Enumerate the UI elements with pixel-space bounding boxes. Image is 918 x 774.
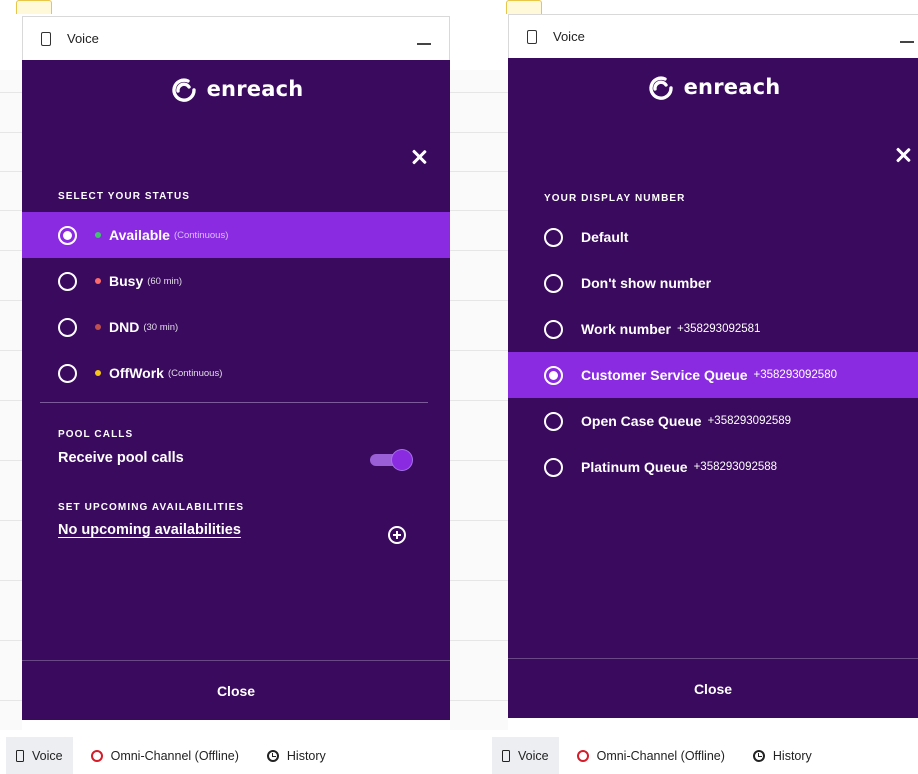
status-name: OffWork — [109, 365, 164, 381]
status-dot-icon — [95, 370, 101, 376]
utility-item-label: Voice — [32, 748, 63, 763]
status-option-offwork[interactable]: OffWork (Continuous) — [22, 350, 450, 396]
display-option-name: Don't show number — [581, 275, 712, 291]
brand-logo: enreach — [22, 74, 450, 104]
display-option-number: +358293092588 — [693, 461, 778, 473]
status-duration: (60 min) — [147, 275, 183, 287]
utility-bar-left: Voice Omni-Channel (Offline) History — [6, 737, 450, 774]
display-option-name: Platinum Queue — [581, 459, 688, 475]
section-divider — [40, 402, 428, 403]
phone-icon — [16, 749, 24, 762]
close-button[interactable]: Close — [22, 660, 450, 720]
radio-icon — [544, 227, 563, 247]
status-duration: (30 min) — [143, 321, 179, 333]
close-icon[interactable] — [894, 146, 912, 164]
upcoming-availabilities-link[interactable]: No upcoming availabilities — [58, 522, 241, 538]
status-name: Busy — [109, 273, 144, 289]
display-option-number: +358293092581 — [676, 323, 761, 335]
radio-icon — [544, 273, 563, 293]
status-duration: (Continuous) — [173, 229, 229, 241]
radio-icon — [544, 411, 563, 431]
enreach-logo-icon — [648, 76, 673, 100]
display-option-name: Customer Service Queue — [581, 367, 748, 383]
radio-icon — [58, 363, 77, 383]
close-button[interactable]: Close — [508, 658, 918, 718]
radio-icon — [544, 457, 563, 477]
display-option-hidden[interactable]: Don't show number — [508, 260, 918, 306]
status-name: Available — [109, 227, 170, 243]
clock-icon — [266, 749, 279, 762]
radio-icon — [58, 317, 77, 337]
minimize-button[interactable] — [900, 41, 914, 43]
utility-bar-right: Voice Omni-Channel (Offline) History — [492, 737, 918, 774]
panel-title: Voice — [67, 31, 99, 46]
status-section-label: SELECT YOUR STATUS — [58, 191, 191, 202]
close-icon[interactable] — [410, 148, 428, 166]
utility-item-omni-channel[interactable]: Omni-Channel (Offline) — [81, 737, 249, 774]
utility-item-history[interactable]: History — [257, 737, 336, 774]
display-option-platinum-queue[interactable]: Platinum Queue +358293092588 — [508, 444, 918, 490]
add-availability-icon[interactable] — [388, 526, 406, 544]
display-option-number: +358293092580 — [753, 369, 837, 381]
minimize-button[interactable] — [417, 43, 431, 45]
utility-item-label: History — [772, 748, 812, 763]
display-option-name: Default — [581, 229, 629, 245]
status-dot-icon — [95, 232, 101, 238]
pool-toggle-label: Receive pool calls — [58, 450, 184, 466]
pool-section-label: POOL CALLS — [58, 429, 134, 440]
panel-titlebar: Voice — [508, 14, 918, 58]
status-dot-icon — [95, 278, 101, 284]
background-tab-left — [16, 0, 52, 14]
display-option-name: Open Case Queue — [581, 413, 702, 429]
status-duration: (Continuous) — [167, 367, 223, 379]
utility-item-label: Omni-Channel (Offline) — [110, 748, 239, 763]
offline-status-icon — [90, 749, 103, 762]
phone-icon — [502, 749, 510, 762]
status-option-dnd[interactable]: DND (30 min) — [22, 304, 450, 350]
status-name: DND — [109, 319, 140, 335]
display-option-default[interactable]: Default — [508, 214, 918, 260]
offline-status-icon — [576, 749, 589, 762]
status-popup: enreach SELECT YOUR STATUS Available (Co… — [22, 60, 450, 720]
status-dot-icon — [95, 324, 101, 330]
radio-icon — [544, 319, 563, 339]
utility-item-history[interactable]: History — [743, 737, 822, 774]
display-option-work-number[interactable]: Work number +358293092581 — [508, 306, 918, 352]
brand-name: enreach — [683, 75, 781, 99]
display-option-name: Work number — [581, 321, 671, 337]
radio-selected-icon — [58, 225, 77, 245]
status-option-busy[interactable]: Busy (60 min) — [22, 258, 450, 304]
utility-item-label: Omni-Channel (Offline) — [596, 748, 725, 763]
voice-panel-display-number: Voice enreach YOUR DISPLAY NUMBER Defaul… — [508, 14, 918, 718]
utility-item-voice[interactable]: Voice — [6, 737, 73, 774]
display-option-number: +358293092589 — [707, 415, 792, 427]
panel-titlebar: Voice — [22, 16, 450, 60]
radio-selected-icon — [544, 365, 563, 385]
utility-item-voice[interactable]: Voice — [492, 737, 559, 774]
panel-title: Voice — [553, 29, 585, 44]
upcoming-section-label: SET UPCOMING AVAILABILITIES — [58, 502, 245, 513]
background-tab-right — [506, 0, 542, 14]
utility-item-label: Voice — [518, 748, 549, 763]
clock-icon — [752, 749, 765, 762]
enreach-logo-icon — [171, 78, 196, 102]
utility-item-label: History — [286, 748, 326, 763]
radio-icon — [58, 271, 77, 291]
utility-item-omni-channel[interactable]: Omni-Channel (Offline) — [567, 737, 735, 774]
phone-icon — [527, 29, 537, 44]
display-number-popup: enreach YOUR DISPLAY NUMBER Default Don'… — [508, 58, 918, 718]
display-option-open-case-queue[interactable]: Open Case Queue +358293092589 — [508, 398, 918, 444]
toggle-knob — [392, 450, 412, 470]
display-option-customer-service-queue[interactable]: Customer Service Queue +358293092580 — [508, 352, 918, 398]
close-button-label: Close — [693, 680, 733, 697]
brand-logo: enreach — [508, 72, 918, 102]
voice-panel-status: Voice enreach SELECT YOUR STATUS Availab… — [22, 16, 450, 720]
close-button-label: Close — [216, 682, 256, 699]
status-option-available[interactable]: Available (Continuous) — [22, 212, 450, 258]
pool-calls-toggle[interactable] — [370, 450, 412, 470]
display-number-section-label: YOUR DISPLAY NUMBER — [544, 193, 686, 204]
phone-icon — [41, 31, 51, 46]
brand-name: enreach — [206, 77, 304, 101]
